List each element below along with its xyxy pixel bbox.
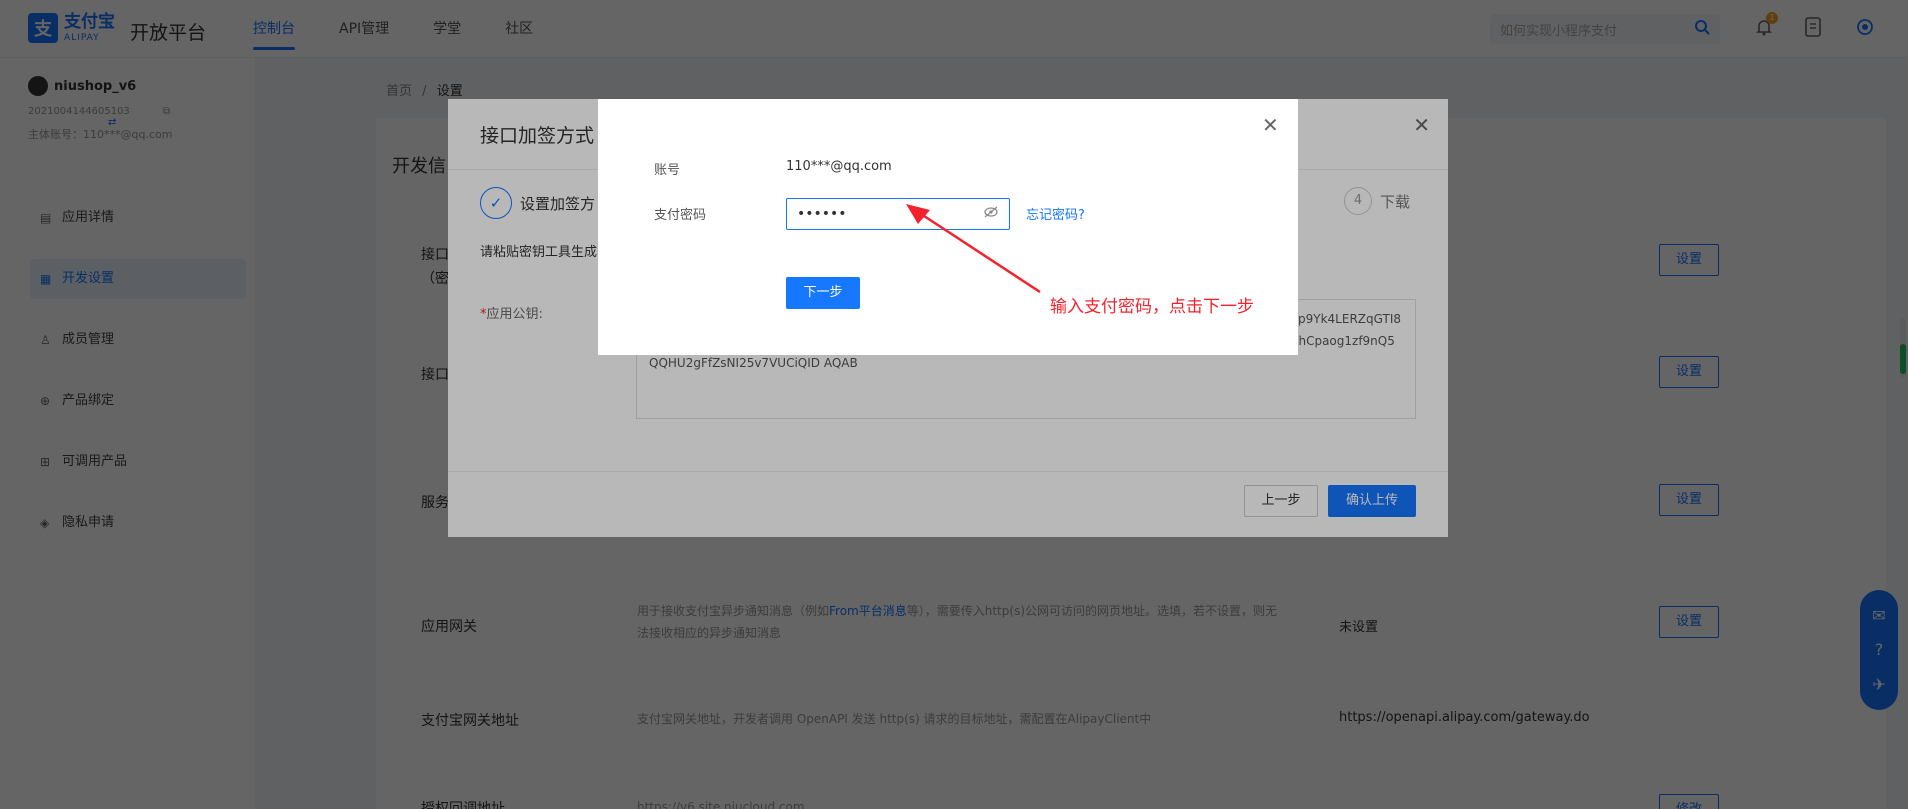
eye-off-icon[interactable] xyxy=(983,205,999,223)
payment-password-input[interactable]: •••••• xyxy=(786,198,1010,230)
password-label: 支付密码 xyxy=(654,208,707,223)
next-step-button[interactable]: 下一步 xyxy=(786,277,860,309)
forgot-password-link[interactable]: 忘记密码? xyxy=(1026,204,1085,223)
account-label: 账号 xyxy=(654,163,681,178)
annotation-text: 输入支付密码，点击下一步 xyxy=(1050,297,1254,317)
close-icon[interactable]: ✕ xyxy=(1262,113,1279,137)
account-value: 110***@qq.com xyxy=(786,159,892,174)
password-value: •••••• xyxy=(797,206,847,222)
